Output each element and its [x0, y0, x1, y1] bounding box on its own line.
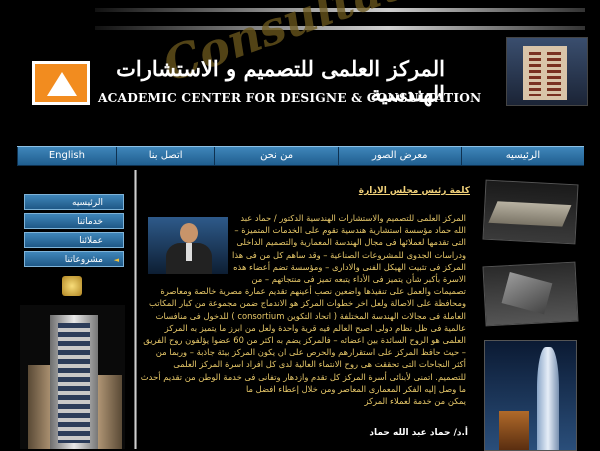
project-thumbnail-1[interactable] — [482, 179, 579, 245]
sidebar-item-home[interactable]: الرئيسيه — [24, 194, 124, 210]
side-menu: الرئيسيه خدماتنا عملائنا مشروعاتنا — [24, 194, 124, 270]
message-closing: يمكن من خدمة لعملاء المركز — [364, 396, 466, 407]
logo-icon[interactable] — [32, 61, 90, 105]
nav-about[interactable]: من نحن — [214, 147, 337, 165]
sidebar-item-projects[interactable]: مشروعاتنا — [24, 251, 124, 268]
nav-contact[interactable]: اتصل بنا — [115, 147, 215, 165]
sidebar-item-clients[interactable]: عملائنا — [24, 232, 124, 248]
tower-building-image — [20, 305, 125, 449]
nav-gallery[interactable]: معرض الصور — [337, 147, 461, 165]
section-title: كلمة رئيس مجلس الادارة — [358, 186, 470, 196]
project-thumbnail-2[interactable] — [482, 261, 579, 327]
chairman-photo — [148, 217, 228, 274]
signature: أ.د/ حماد عبد الله حماد — [369, 428, 468, 438]
project-thumbnail-3[interactable] — [484, 340, 577, 451]
column-divider — [134, 170, 137, 449]
top-nav: الرئيسيه معرض الصور من نحن اتصل بنا Engl… — [17, 146, 584, 166]
lamp-icon — [62, 276, 82, 296]
nav-english[interactable]: English — [17, 147, 116, 165]
header-building-image — [506, 37, 588, 106]
nav-home[interactable]: الرئيسيه — [460, 147, 584, 165]
site-title-en: ACADEMIC CENTER FOR DESIGNE & CONSULTATI… — [98, 91, 482, 105]
sidebar-item-services[interactable]: خدماتنا — [24, 213, 124, 229]
header: Consultation المركز العلمى للتصميم و الا… — [0, 0, 600, 146]
